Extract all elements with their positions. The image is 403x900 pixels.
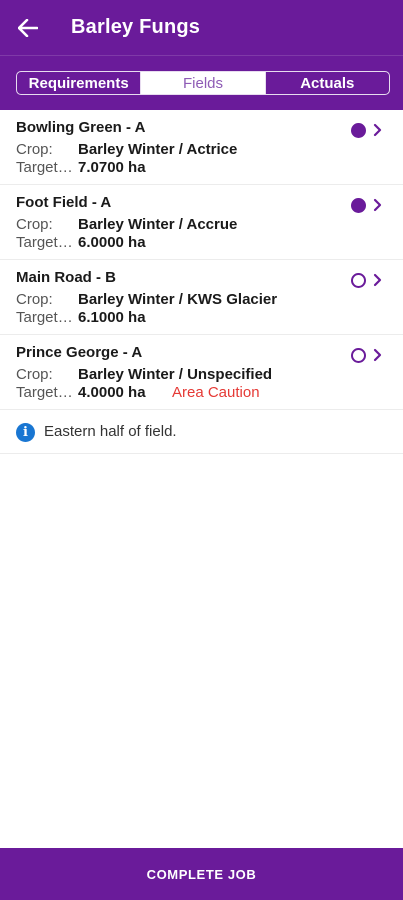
- chevron-right-icon: [373, 273, 382, 287]
- crop-value: Barley Winter / Unspecified: [78, 366, 273, 383]
- field-name: Main Road - B: [16, 269, 116, 286]
- chevron-right-icon: [373, 198, 382, 212]
- crop-label: Crop:: [16, 291, 53, 308]
- complete-job-button[interactable]: COMPLETE JOB: [0, 848, 403, 900]
- crop-value: Barley Winter / Accrue: [78, 216, 238, 233]
- field-list-item[interactable]: Main Road - B Crop: Barley Winter / KWS …: [0, 260, 403, 335]
- segmented-tabs: Requirements Fields Actuals: [16, 71, 390, 95]
- info-icon: i: [16, 423, 35, 442]
- target-value: 6.0000 ha: [78, 234, 146, 251]
- page-title: Barley Fungs: [71, 16, 201, 38]
- header-toolbar: Barley Fungs: [0, 0, 403, 56]
- field-name: Bowling Green - A: [16, 119, 146, 136]
- crop-value: Barley Winter / KWS Glacier: [78, 291, 278, 308]
- arrow-left-icon: [18, 19, 38, 37]
- target-value: 4.0000 ha: [78, 384, 146, 401]
- field-list-item[interactable]: Bowling Green - A Crop: Barley Winter / …: [0, 110, 403, 185]
- tab-actuals[interactable]: Actuals: [264, 72, 389, 94]
- target-label: Target…: [16, 384, 73, 401]
- status-pending-icon: [351, 348, 366, 363]
- tab-requirements[interactable]: Requirements: [17, 72, 140, 94]
- field-name: Foot Field - A: [16, 194, 112, 211]
- crop-label: Crop:: [16, 366, 53, 383]
- chevron-right-icon: [373, 348, 382, 362]
- note-text: Eastern half of field.: [44, 423, 177, 440]
- field-list-item[interactable]: Prince George - A Crop: Barley Winter / …: [0, 335, 403, 410]
- field-list-item[interactable]: Foot Field - A Crop: Barley Winter / Acc…: [0, 185, 403, 260]
- status-pending-icon: [351, 273, 366, 288]
- target-label: Target…: [16, 234, 73, 251]
- app-screen: Barley Fungs Requirements Fields Actuals…: [0, 0, 403, 900]
- crop-value: Barley Winter / Actrice: [78, 141, 238, 158]
- target-label: Target…: [16, 309, 73, 326]
- status-complete-icon: [351, 198, 366, 213]
- target-label: Target…: [16, 159, 73, 176]
- fields-list: Bowling Green - A Crop: Barley Winter / …: [0, 110, 403, 454]
- crop-label: Crop:: [16, 216, 53, 233]
- crop-label: Crop:: [16, 141, 53, 158]
- target-value: 7.0700 ha: [78, 159, 146, 176]
- tab-fields[interactable]: Fields: [140, 72, 265, 94]
- field-name: Prince George - A: [16, 344, 143, 361]
- area-caution-label: Area Caution: [172, 384, 260, 401]
- app-header: Barley Fungs Requirements Fields Actuals: [0, 0, 403, 110]
- target-value: 6.1000 ha: [78, 309, 146, 326]
- chevron-right-icon: [373, 123, 382, 137]
- status-complete-icon: [351, 123, 366, 138]
- field-note: i Eastern half of field.: [0, 410, 403, 454]
- back-button[interactable]: [12, 12, 44, 44]
